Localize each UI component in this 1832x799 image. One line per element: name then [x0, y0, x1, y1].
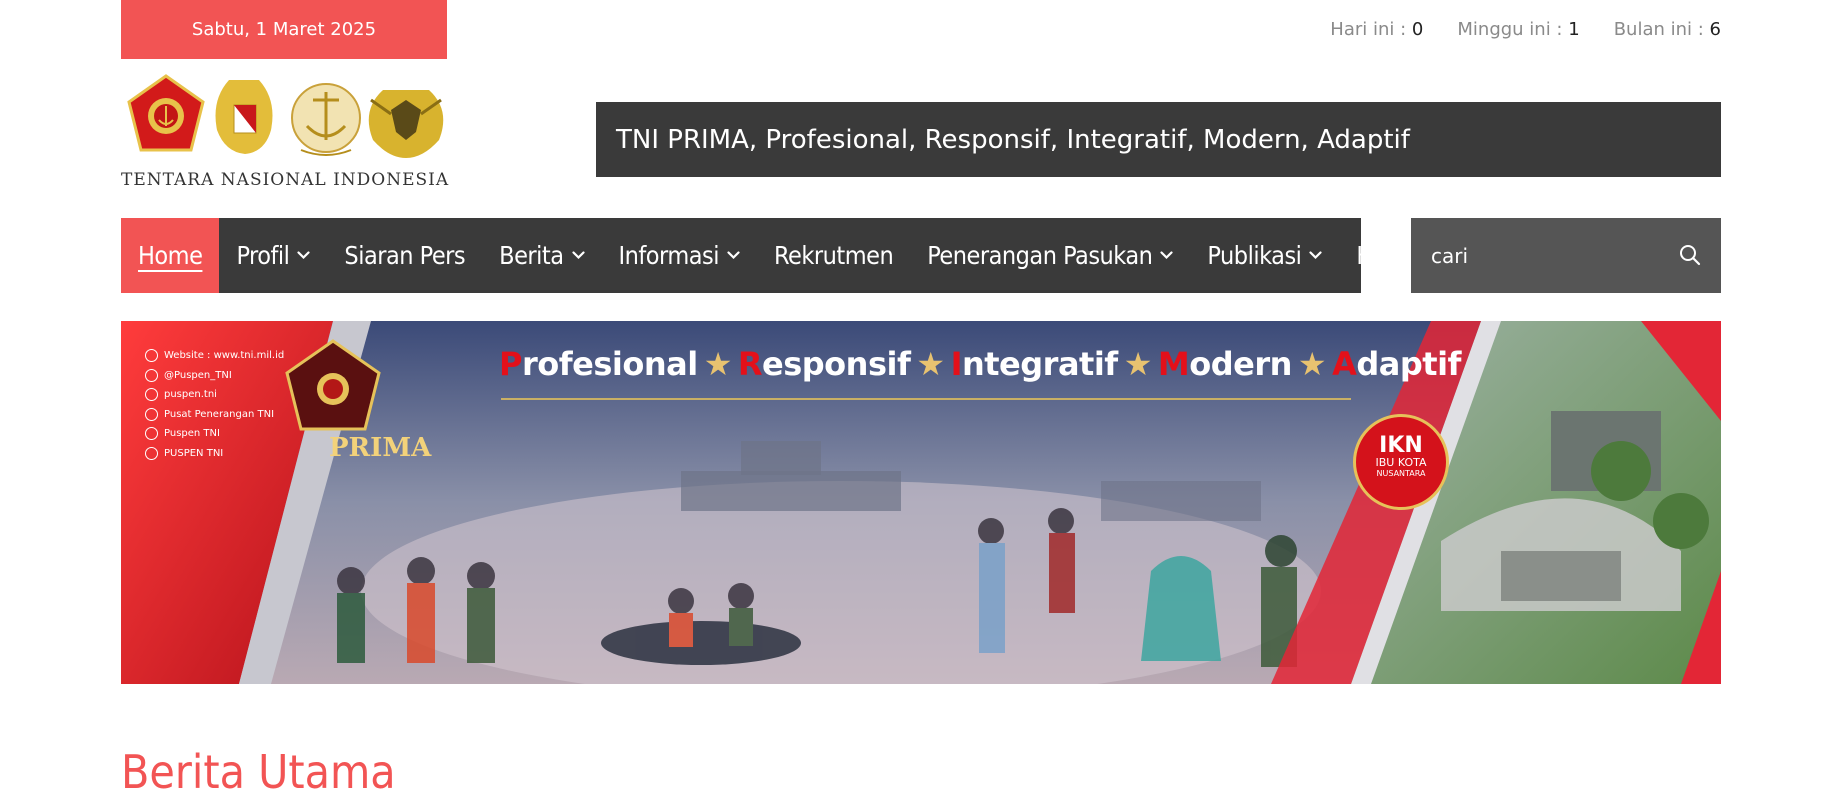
slogan-initial: I: [950, 345, 963, 383]
tiktok-icon: [145, 446, 158, 460]
chevron-down-icon: [1160, 251, 1174, 260]
search-icon[interactable]: [1679, 244, 1701, 266]
banner-slogan: Profesional ★ Responsif ★ Integratif ★ Modern ★…: [499, 345, 1461, 383]
slogan-word: odern: [1189, 345, 1292, 383]
globe-icon: [145, 349, 158, 363]
star-icon: ★: [1297, 345, 1327, 383]
site-logo[interactable]: TENTARA NASIONAL INDONESIA: [121, 70, 450, 195]
hero-banner[interactable]: Website : www.tni.mil.id @Puspen_TNIpuspe…: [121, 321, 1721, 684]
x-icon: [145, 368, 158, 382]
nav-item-publikasi[interactable]: Publikasi: [1190, 218, 1339, 293]
star-icon: ★: [703, 345, 733, 383]
slogan-word: ntegratif: [961, 345, 1118, 383]
social-link-text: PUSPEN TNI: [164, 447, 224, 459]
nav-item-home[interactable]: Home: [121, 218, 220, 293]
stat-month: Bulan ini : 6: [1613, 19, 1721, 40]
social-link: @Puspen_TNI: [145, 366, 284, 386]
facebook-icon: [145, 407, 158, 421]
nav-item-informasi[interactable]: Informasi: [602, 218, 758, 293]
ikn-subtitle: IBU KOTA: [1375, 456, 1427, 469]
nav-item-siaran-pers[interactable]: Siaran Pers: [327, 218, 482, 293]
social-link: Website : www.tni.mil.id: [145, 346, 284, 366]
chevron-down-icon: [727, 251, 740, 260]
ikn-badge: IKN IBU KOTA NUSANTARA: [1353, 414, 1449, 510]
slogan-word: esponsif: [762, 345, 911, 383]
nav-item-label: Profil: [236, 241, 290, 270]
chevron-down-icon: [571, 251, 585, 260]
social-link-text: puspen.tni: [164, 389, 217, 401]
social-link-text: Puspen TNI: [164, 428, 220, 440]
slogan-word: rofesional: [521, 345, 698, 383]
nav-item-label: Rekrutmen: [774, 241, 894, 270]
nav-item-label: Siaran Pers: [344, 241, 466, 270]
social-link-text: Website : www.tni.mil.id: [164, 350, 285, 362]
stat-today: Hari ini : 0: [1330, 19, 1424, 40]
airforce-emblem-icon: [368, 90, 444, 158]
social-link-text: Pusat Penerangan TNI: [164, 408, 275, 420]
social-link: Pusat Penerangan TNI: [145, 405, 284, 425]
star-icon: ★: [916, 345, 945, 383]
social-link-text: @Puspen_TNI: [164, 369, 232, 381]
search-box: [1411, 218, 1721, 293]
chevron-down-icon: [1309, 251, 1323, 260]
youtube-icon: [145, 427, 158, 441]
nav-item-rekrutmen[interactable]: Rekrutmen: [757, 218, 910, 293]
slogan-initial: M: [1157, 345, 1190, 383]
logo-text: TENTARA NASIONAL INDONESIA: [121, 170, 450, 190]
slogan-initial: R: [737, 345, 763, 383]
nav-item-label: Home: [138, 241, 203, 270]
tni-emblem-icon: [127, 74, 205, 152]
tagline-bar: TNI PRIMA, Profesional, Responsif, Integ…: [596, 102, 1721, 177]
search-input[interactable]: [1411, 242, 1673, 269]
social-links: Website : www.tni.mil.id @Puspen_TNIpuspe…: [145, 346, 284, 463]
ikn-caption: NUSANTARA: [1376, 469, 1426, 478]
star-icon: ★: [1123, 345, 1153, 383]
main-nav: Home Profil Siaran Pers Berita Informasi Rekr…: [121, 218, 1431, 293]
slogan-initial: P: [499, 345, 522, 383]
prima-label: PRIMA: [329, 433, 432, 463]
section-title: Berita Utama: [121, 745, 396, 799]
chevron-down-icon: [297, 251, 311, 260]
visitor-stats: Hari ini : 0 Minggu ini : 1 Bulan ini : …: [1330, 19, 1721, 40]
slogan-word: daptif: [1356, 345, 1461, 383]
nav-item-label: Informasi: [618, 241, 720, 270]
nav-item-label: Berita: [499, 241, 564, 270]
social-link: PUSPEN TNI: [145, 444, 284, 464]
nav-item-berita[interactable]: Berita: [482, 218, 601, 293]
stat-week: Minggu ini : 1: [1457, 19, 1580, 40]
navy-emblem-icon: [291, 83, 361, 156]
slogan-initial: A: [1332, 345, 1357, 383]
army-emblem-icon: [215, 80, 273, 154]
nav-item-label: Penerangan Pasukan: [927, 241, 1153, 270]
nav-item-profil[interactable]: Profil: [219, 218, 327, 293]
date-badge: Sabtu, 1 Maret 2025: [121, 0, 447, 59]
ikn-title: IKN: [1379, 433, 1423, 458]
social-link: puspen.tni: [145, 385, 284, 405]
instagram-icon: [145, 388, 158, 402]
tagline-text: TNI PRIMA, Profesional, Responsif, Integ…: [616, 124, 1410, 155]
nav-item-label: Publikasi: [1207, 241, 1302, 270]
nav-item-penerangan-pasukan[interactable]: Penerangan Pasukan: [910, 218, 1190, 293]
social-link: Puspen TNI: [145, 424, 284, 444]
